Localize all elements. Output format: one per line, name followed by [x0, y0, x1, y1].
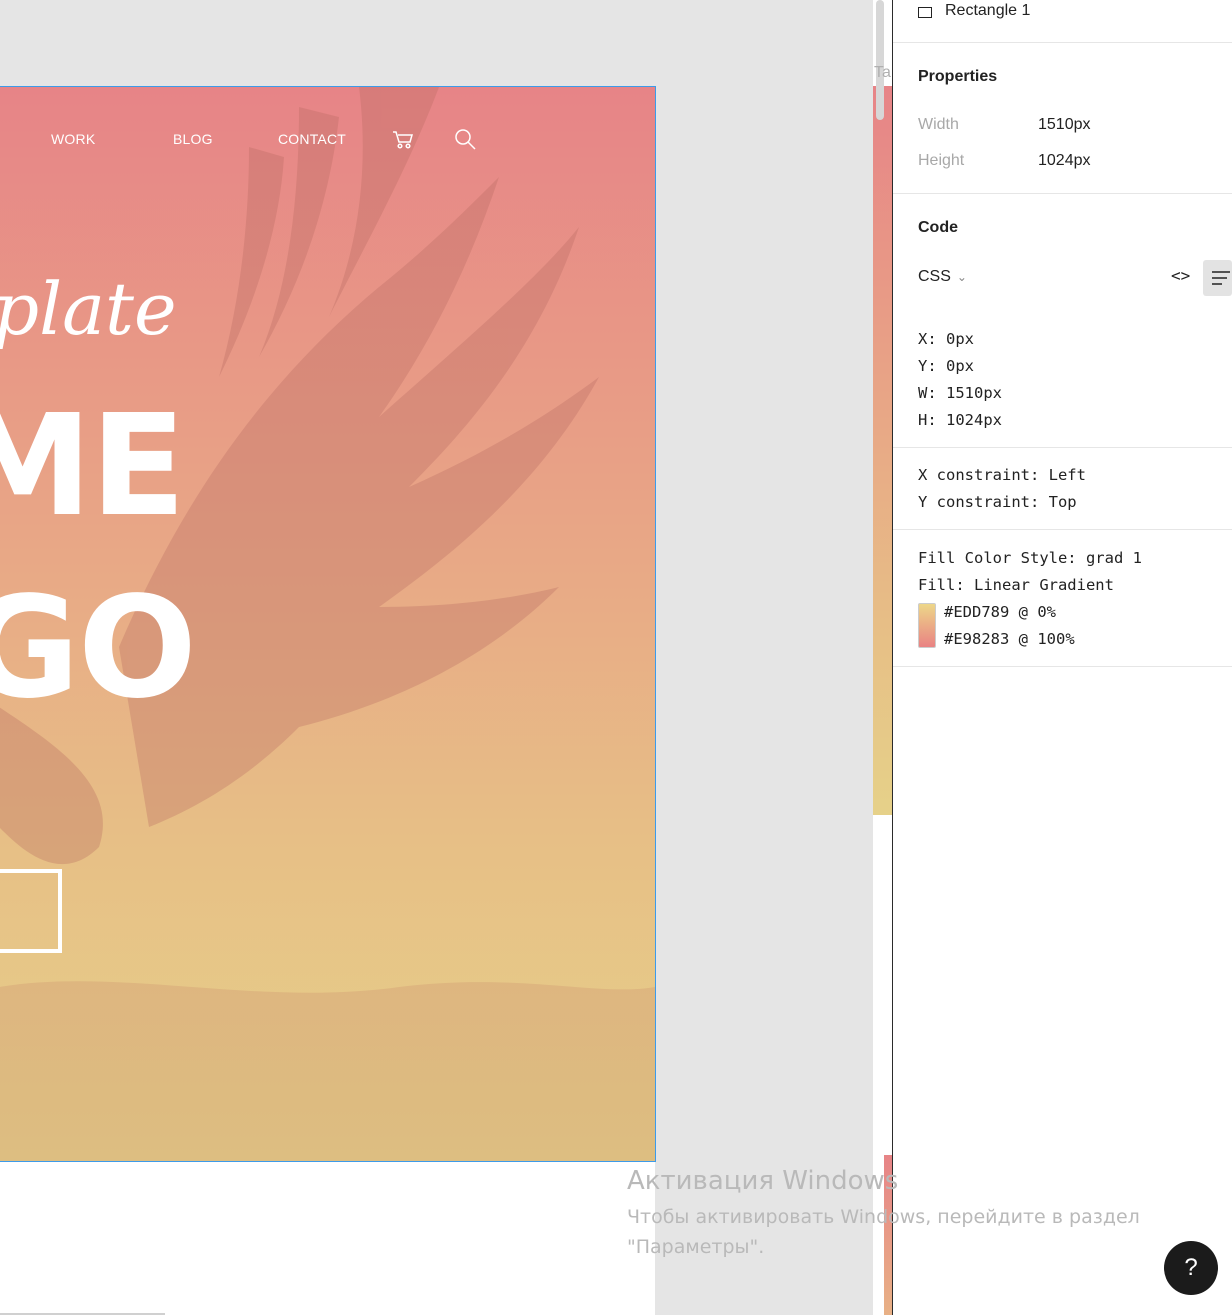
chevron-down-icon: ⌄: [956, 270, 967, 284]
code-view-icon[interactable]: <>: [1171, 266, 1190, 285]
properties-title: Properties: [918, 68, 998, 85]
code-title: Code: [918, 219, 958, 236]
cta-button-outline[interactable]: [0, 869, 62, 953]
code-line-fill: Fill: Linear Gradient: [918, 576, 1114, 594]
cart-icon[interactable]: [391, 127, 415, 151]
hero-heading-line-1: ME: [0, 385, 186, 548]
hero-heading-line-2: GO: [0, 567, 197, 730]
layer-name: Rectangle 1: [945, 2, 1031, 19]
section-divider: [893, 666, 1232, 667]
section-divider: [893, 529, 1232, 530]
gradient-stop-1: #EDD789 @ 0%: [944, 603, 1056, 621]
code-line-y: Y: 0px: [918, 357, 974, 375]
width-label: Width: [918, 116, 959, 133]
watermark-title: Активация Windows: [627, 1166, 899, 1196]
watermark-line-1: Чтобы активировать Windows, перейдите в …: [627, 1206, 1140, 1228]
layer-header: Rectangle 1: [893, 0, 1232, 43]
gradient-stop-2: #E98283 @ 100%: [944, 630, 1075, 648]
height-value: 1024px: [1038, 152, 1091, 169]
code-line-fill-style: Fill Color Style: grad 1: [918, 549, 1142, 567]
width-value: 1510px: [1038, 116, 1091, 133]
canvas-blank-area: [0, 1162, 655, 1315]
design-canvas[interactable]: WORK BLOG CONTACT plate ME GO: [0, 0, 873, 1315]
nav-link-work[interactable]: WORK: [51, 131, 95, 147]
nav-link-contact[interactable]: CONTACT: [278, 131, 346, 147]
list-icon: [1212, 271, 1230, 285]
selected-frame-rectangle-1[interactable]: WORK BLOG CONTACT plate ME GO: [0, 86, 656, 1162]
watermark-line-2: "Параметры".: [627, 1236, 765, 1258]
list-view-toggle[interactable]: [1203, 260, 1232, 296]
section-divider: [893, 193, 1232, 194]
code-line-h: H: 1024px: [918, 411, 1002, 429]
nav-link-blog[interactable]: BLOG: [173, 131, 213, 147]
vertical-scrollbar[interactable]: [876, 0, 884, 120]
height-label: Height: [918, 152, 965, 169]
search-icon[interactable]: [453, 127, 477, 151]
rectangle-icon: [918, 7, 932, 18]
language-select-value: CSS: [918, 268, 951, 285]
properties-panel: Rectangle 1 Properties Width 1510px Heig…: [893, 0, 1232, 1315]
code-line-x: X: 0px: [918, 330, 974, 348]
code-line-w: W: 1510px: [918, 384, 1002, 402]
language-select[interactable]: CSS ⌄: [918, 268, 967, 286]
code-line-x-constraint: X constraint: Left: [918, 466, 1086, 484]
script-heading: plate: [0, 267, 177, 351]
adjacent-frame-label: Ta: [874, 64, 891, 81]
gradient-swatch: [918, 603, 936, 648]
section-divider: [893, 447, 1232, 448]
code-line-y-constraint: Y constraint: Top: [918, 493, 1077, 511]
adjacent-frame-preview: [873, 86, 892, 815]
help-button[interactable]: ?: [1164, 1241, 1218, 1295]
